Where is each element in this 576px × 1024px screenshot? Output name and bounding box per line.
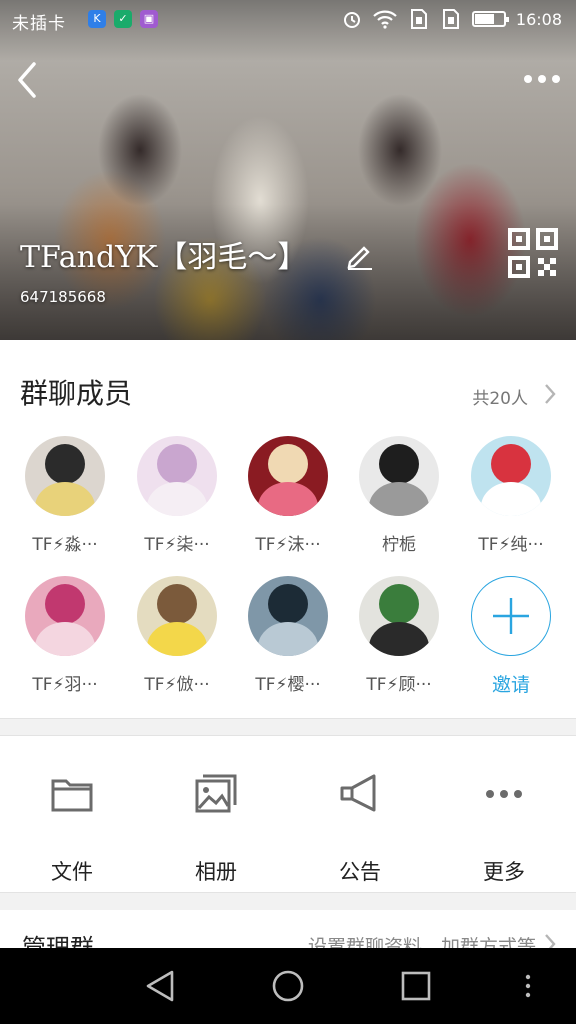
member-avatar[interactable] — [137, 576, 217, 656]
avatar-shape — [491, 444, 531, 484]
tool-label: 文件 — [51, 860, 93, 884]
member-avatar[interactable] — [359, 436, 439, 516]
alarm-icon — [343, 12, 360, 28]
group-name: TFandYK【羽毛～】 — [20, 240, 308, 275]
member-name: TF⚡柒··· — [144, 535, 210, 555]
carrier-text: 未插卡 — [12, 14, 66, 34]
more-dots-icon — [486, 790, 522, 798]
purple-app-icon: ▣ — [140, 10, 158, 28]
avatar-shape — [157, 584, 197, 624]
shield-app-icon: ✓ — [114, 10, 132, 28]
nav-recents-icon[interactable] — [396, 966, 436, 1006]
member-avatar[interactable] — [359, 576, 439, 656]
member-name: TF⚡纯··· — [478, 535, 544, 555]
invite-circle[interactable] — [471, 576, 551, 656]
avatar-shape — [379, 444, 419, 484]
tool-label: 更多 — [483, 860, 525, 884]
member-item[interactable]: TF⚡柒··· — [127, 436, 227, 555]
avatar-shape — [258, 482, 318, 516]
avatar-shape — [369, 622, 429, 656]
avatar-shape — [268, 444, 308, 484]
clock: 16:08 — [515, 9, 562, 29]
manage-group-row[interactable]: 管理群 设置群聊资料、加群方式等 — [0, 910, 576, 950]
member-avatar[interactable] — [248, 576, 328, 656]
member-avatar[interactable] — [471, 436, 551, 516]
avatar-shape — [369, 482, 429, 516]
member-item[interactable]: 柠栀 — [349, 436, 449, 555]
member-avatar[interactable] — [248, 436, 328, 516]
member-item[interactable]: TF⚡纯··· — [461, 436, 561, 555]
megaphone-icon — [340, 774, 376, 812]
member-item[interactable]: TF⚡顾··· — [349, 576, 449, 695]
avatar-shape — [258, 622, 318, 656]
member-item[interactable]: TF⚡沫··· — [238, 436, 338, 555]
member-item[interactable]: TF⚡羽··· — [15, 576, 115, 695]
member-name: TF⚡倣··· — [144, 675, 210, 695]
avatar-shape — [45, 444, 85, 484]
more-options-icon[interactable] — [520, 64, 564, 94]
nav-home-icon[interactable] — [268, 966, 308, 1006]
members-count[interactable]: 共20人 — [472, 384, 528, 409]
status-right: 16:08 — [342, 8, 562, 30]
tool-label: 公告 — [339, 860, 381, 884]
avatar-shape — [157, 444, 197, 484]
album-icon — [195, 774, 237, 813]
member-avatar[interactable] — [25, 436, 105, 516]
group-id: 647185668 — [20, 288, 106, 306]
avatar-shape — [35, 622, 95, 656]
avatar-shape — [379, 584, 419, 624]
member-avatar[interactable] — [137, 436, 217, 516]
nav-back-icon[interactable] — [140, 966, 180, 1006]
folder-icon — [51, 779, 93, 812]
system-nav-bar — [0, 948, 576, 1024]
battery-icon — [471, 11, 509, 27]
group-tools: 文件 相册 公告 更多 — [0, 736, 576, 892]
section-divider — [0, 892, 576, 910]
tool-label: 相册 — [195, 860, 237, 884]
tool-album[interactable]: 相册 — [156, 772, 276, 886]
member-name: 柠栀 — [382, 535, 416, 555]
plus-icon — [492, 597, 529, 634]
chevron-right-icon[interactable] — [542, 382, 558, 406]
sim1-icon — [410, 9, 427, 29]
avatar-shape — [45, 584, 85, 624]
invite-label: 邀请 — [491, 674, 530, 696]
status-bar: 未插卡 K ✓ ▣ 16:08 — [0, 0, 576, 40]
avatar-shape — [35, 482, 95, 516]
member-name: TF⚡顾··· — [366, 675, 432, 695]
tool-more[interactable]: 更多 — [444, 772, 564, 886]
member-item[interactable]: TF⚡淼··· — [15, 436, 115, 555]
avatar-shape — [147, 482, 207, 516]
member-name: TF⚡羽··· — [32, 675, 98, 695]
member-name: TF⚡樱··· — [255, 675, 321, 695]
group-members-section: 群聊成员 共20人 TF⚡淼··· TF⚡柒··· TF⚡沫··· 柠栀 TF⚡纯···… — [0, 340, 576, 718]
member-item[interactable]: TF⚡樱··· — [238, 576, 338, 695]
member-avatar[interactable] — [25, 576, 105, 656]
sim2-icon — [442, 9, 459, 29]
members-title: 群聊成员 — [20, 377, 133, 410]
tool-announcement[interactable]: 公告 — [300, 772, 420, 886]
invite-button[interactable]: 邀请 — [461, 576, 561, 697]
member-name: TF⚡淼··· — [32, 535, 98, 555]
back-arrow-icon[interactable] — [8, 56, 48, 104]
nav-menu-icon[interactable] — [508, 966, 548, 1006]
battery-level — [474, 14, 495, 24]
status-app-icons: K ✓ ▣ — [88, 10, 158, 28]
avatar-shape — [147, 622, 207, 656]
wifi-icon — [373, 10, 397, 29]
section-divider — [0, 718, 576, 736]
tool-files[interactable]: 文件 — [12, 772, 132, 886]
member-name: TF⚡沫··· — [255, 535, 321, 555]
qr-code-icon[interactable] — [508, 228, 558, 278]
avatar-shape — [481, 482, 541, 516]
member-item[interactable]: TF⚡倣··· — [127, 576, 227, 695]
avatar-shape — [268, 584, 308, 624]
manage-title: 管理群 — [22, 934, 94, 950]
k-app-icon: K — [88, 10, 106, 28]
edit-pencil-icon[interactable] — [344, 240, 376, 270]
